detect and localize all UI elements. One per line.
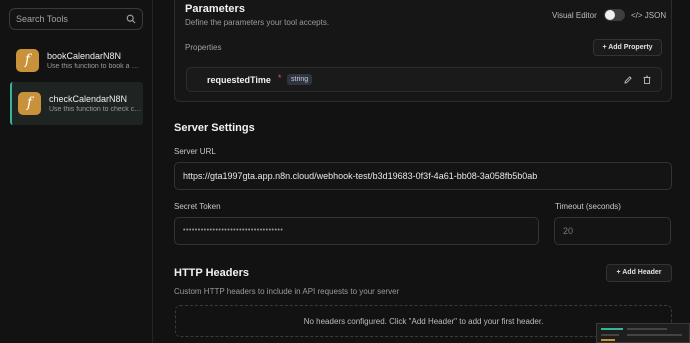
editor-mode-toggle[interactable] xyxy=(604,9,625,21)
property-name: requestedTime xyxy=(207,75,271,85)
thumbnail-line xyxy=(601,334,619,336)
trash-icon[interactable] xyxy=(642,75,652,85)
tool-item-check-calendar[interactable]: f checkCalendarN8N Use this function to … xyxy=(10,82,143,125)
http-headers-title: HTTP Headers xyxy=(174,267,249,279)
tool-name: bookCalendarN8N xyxy=(47,51,122,61)
server-url-label: Server URL xyxy=(174,147,216,156)
search-icon xyxy=(126,14,136,24)
property-row[interactable]: requestedTime * string xyxy=(186,67,662,92)
search-placeholder: Search Tools xyxy=(16,14,68,24)
required-indicator: * xyxy=(278,73,282,83)
visual-editor-label: Visual Editor xyxy=(552,11,597,20)
edit-icon[interactable] xyxy=(623,75,633,85)
server-settings-title: Server Settings xyxy=(174,122,255,134)
main-content: Parameters Define the parameters your to… xyxy=(174,0,690,343)
add-property-button[interactable]: + Add Property xyxy=(593,39,662,56)
server-url-field[interactable]: https://gta1997gta.app.n8n.cloud/webhook… xyxy=(174,162,672,190)
timeout-label: Timeout (seconds) xyxy=(555,202,621,211)
secret-token-field[interactable]: •••••••••••••••••••••••••••••••••• xyxy=(174,217,539,245)
parameters-subtitle: Define the parameters your tool accepts. xyxy=(185,18,330,27)
thumbnail-line xyxy=(627,328,667,330)
preview-thumbnail[interactable] xyxy=(596,323,690,343)
thumbnail-line xyxy=(601,328,623,330)
thumbnail-line xyxy=(627,334,682,336)
properties-label: Properties xyxy=(185,43,222,52)
http-headers-subtitle: Custom HTTP headers to include in API re… xyxy=(174,287,400,296)
parameters-card: Parameters Define the parameters your to… xyxy=(174,0,672,102)
secret-token-label: Secret Token xyxy=(174,202,221,211)
sidebar: Search Tools f bookCalendarN8N Use this … xyxy=(0,0,153,343)
tool-description: Use this function to book a appointment xyxy=(47,63,141,70)
property-type-badge: string xyxy=(287,74,313,85)
parameters-title: Parameters xyxy=(185,3,245,15)
timeout-field[interactable]: 20 xyxy=(554,217,671,245)
json-label[interactable]: </> JSON xyxy=(631,11,666,20)
thumbnail-line xyxy=(601,339,615,341)
toggle-knob xyxy=(605,10,615,20)
function-icon: f xyxy=(18,92,41,115)
search-input[interactable]: Search Tools xyxy=(9,8,143,30)
function-icon: f xyxy=(16,49,39,72)
tool-item-book-calendar[interactable]: f bookCalendarN8N Use this function to b… xyxy=(10,39,143,82)
add-header-button[interactable]: + Add Header xyxy=(606,264,672,282)
tool-name: checkCalendarN8N xyxy=(49,94,128,104)
tool-description: Use this function to check calendar xyxy=(49,106,143,113)
